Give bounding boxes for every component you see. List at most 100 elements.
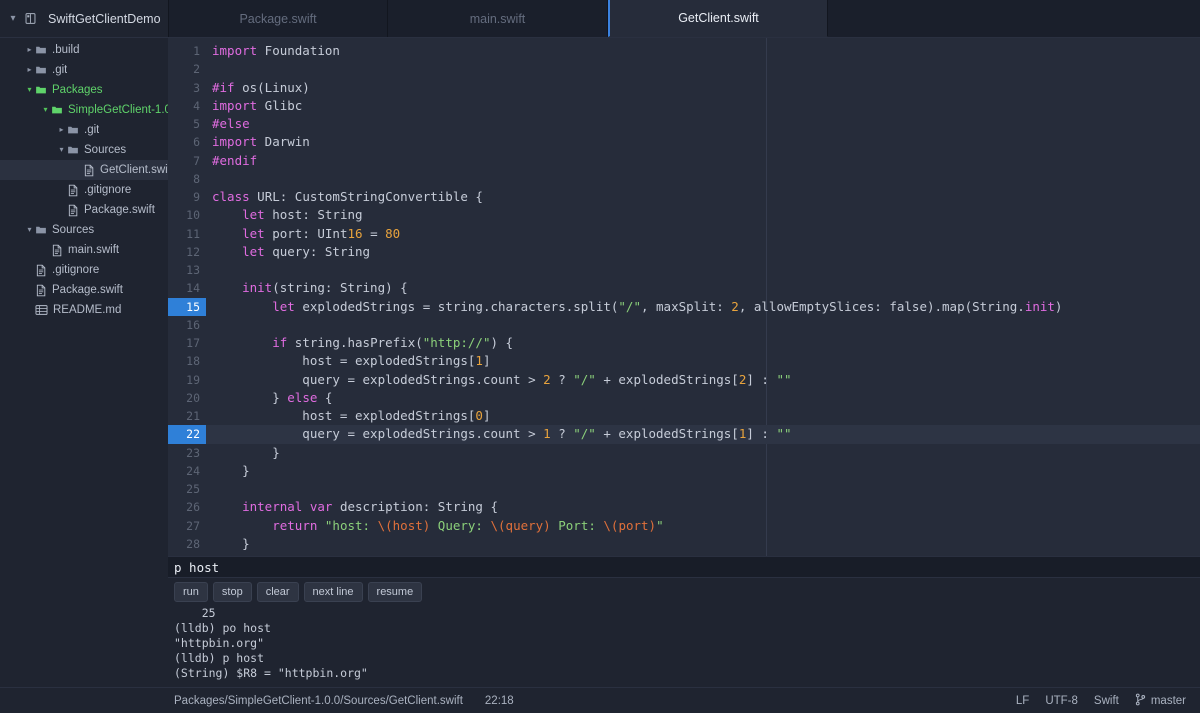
code-line[interactable]: #else xyxy=(206,115,1200,133)
tree-item-simplegetclient-1-0-0[interactable]: ▾SimpleGetClient-1.0.0 xyxy=(0,100,168,120)
tab-main-swift[interactable]: main.swift xyxy=(388,0,608,37)
line-number[interactable]: 26 xyxy=(168,498,206,516)
stop-button[interactable]: stop xyxy=(213,582,252,602)
line-number[interactable]: 7 xyxy=(168,152,206,170)
code-line[interactable]: let explodedStrings = string.characters.… xyxy=(206,298,1200,316)
tree-item-sources[interactable]: ▾Sources xyxy=(0,140,168,160)
chevron-down-icon[interactable]: ▾ xyxy=(24,226,35,234)
code-line[interactable]: } else { xyxy=(206,389,1200,407)
chevron-right-icon[interactable]: ▸ xyxy=(24,66,35,74)
status-branch[interactable]: master xyxy=(1135,693,1186,709)
status-cursor-position[interactable]: 22:18 xyxy=(485,695,514,707)
line-number[interactable]: 17 xyxy=(168,334,206,352)
tree-item-getclient-swift[interactable]: GetClient.swift xyxy=(0,160,168,180)
run-button[interactable]: run xyxy=(174,582,208,602)
tree-item-sources[interactable]: ▾Sources xyxy=(0,220,168,240)
line-number[interactable]: 8 xyxy=(168,170,206,188)
chevron-down-icon[interactable]: ▾ xyxy=(56,146,67,154)
line-number[interactable]: 27 xyxy=(168,517,206,535)
line-number[interactable]: 28 xyxy=(168,535,206,553)
line-number[interactable]: 9 xyxy=(168,188,206,206)
code-line[interactable]: #endif xyxy=(206,152,1200,170)
line-number[interactable]: 10 xyxy=(168,206,206,224)
line-number[interactable]: 29 xyxy=(168,553,206,556)
line-number[interactable]: 13 xyxy=(168,261,206,279)
code-line[interactable]: internal var description: String { xyxy=(206,498,1200,516)
line-number[interactable]: 5 xyxy=(168,115,206,133)
code-line[interactable]: host = explodedStrings[0] xyxy=(206,407,1200,425)
line-number[interactable]: 6 xyxy=(168,133,206,151)
line-number[interactable]: 4 xyxy=(168,97,206,115)
code-line[interactable]: } xyxy=(206,462,1200,480)
tab-package-swift[interactable]: Package.swift xyxy=(168,0,388,37)
code-line[interactable]: return "host: \(host) Query: \(query) Po… xyxy=(206,517,1200,535)
file-tree[interactable]: ▸.build▸.git▾Packages▾SimpleGetClient-1.… xyxy=(0,38,168,556)
code-line[interactable]: init(string: String) { xyxy=(206,279,1200,297)
chevron-down-icon[interactable]: ▾ xyxy=(40,106,51,114)
tree-item-build[interactable]: ▸.build xyxy=(0,40,168,60)
tree-item-package-swift[interactable]: Package.swift xyxy=(0,280,168,300)
line-number[interactable]: 11 xyxy=(168,225,206,243)
status-encoding[interactable]: UTF-8 xyxy=(1045,695,1078,707)
tree-item-main-swift[interactable]: main.swift xyxy=(0,240,168,260)
code-line[interactable]: let host: String xyxy=(206,206,1200,224)
code-line[interactable]: query = explodedStrings.count > 2 ? "/" … xyxy=(206,371,1200,389)
code-line[interactable]: let port: UInt16 = 80 xyxy=(206,225,1200,243)
code-line[interactable]: } xyxy=(206,444,1200,462)
code-content[interactable]: import Foundation #if os(Linux)import Gl… xyxy=(206,38,1200,556)
code-line[interactable]: } xyxy=(206,535,1200,553)
code-line[interactable]: class URL: CustomStringConvertible { xyxy=(206,188,1200,206)
tree-item-readme-md[interactable]: README.md xyxy=(0,300,168,320)
status-line-ending[interactable]: LF xyxy=(1016,695,1029,707)
code-line[interactable] xyxy=(206,316,1200,334)
tab-getclient-swift[interactable]: GetClient.swift xyxy=(608,0,828,37)
next-line-button[interactable]: next line xyxy=(304,582,363,602)
tree-item-gitignore[interactable]: .gitignore xyxy=(0,260,168,280)
code-line[interactable]: import Darwin xyxy=(206,133,1200,151)
chevron-down-icon[interactable]: ▾ xyxy=(8,14,18,24)
line-number[interactable]: 12 xyxy=(168,243,206,261)
code-editor[interactable]: 1234567891011121314151617181920212223242… xyxy=(168,38,1200,556)
code-line[interactable]: import Foundation xyxy=(206,42,1200,60)
line-number[interactable]: 14 xyxy=(168,279,206,297)
status-language[interactable]: Swift xyxy=(1094,695,1119,707)
line-number[interactable]: 16 xyxy=(168,316,206,334)
line-number[interactable]: 23 xyxy=(168,444,206,462)
code-line[interactable] xyxy=(206,480,1200,498)
code-line[interactable] xyxy=(206,261,1200,279)
tree-item-package-swift[interactable]: Package.swift xyxy=(0,200,168,220)
status-file-path: Packages/SimpleGetClient-1.0.0/Sources/G… xyxy=(174,695,463,707)
line-number[interactable]: 3 xyxy=(168,79,206,97)
chevron-right-icon[interactable]: ▸ xyxy=(24,46,35,54)
tree-item-git[interactable]: ▸.git xyxy=(0,120,168,140)
line-number[interactable]: 24 xyxy=(168,462,206,480)
code-line[interactable]: #if os(Linux) xyxy=(206,79,1200,97)
tree-item-gitignore[interactable]: .gitignore xyxy=(0,180,168,200)
clear-button[interactable]: clear xyxy=(257,582,299,602)
line-number[interactable]: 21 xyxy=(168,407,206,425)
code-line[interactable]: let query: String xyxy=(206,243,1200,261)
chevron-right-icon[interactable]: ▸ xyxy=(56,126,67,134)
line-number[interactable]: 20 xyxy=(168,389,206,407)
code-line[interactable]: query = explodedStrings.count > 1 ? "/" … xyxy=(206,425,1200,443)
chevron-down-icon[interactable]: ▾ xyxy=(24,86,35,94)
code-line[interactable]: import Glibc xyxy=(206,97,1200,115)
line-number[interactable]: 25 xyxy=(168,480,206,498)
project-header[interactable]: ▾ SwiftGetClientDemo xyxy=(0,0,168,38)
code-line[interactable] xyxy=(206,170,1200,188)
line-number[interactable]: 18 xyxy=(168,352,206,370)
line-number[interactable]: 19 xyxy=(168,371,206,389)
line-number[interactable]: 15 xyxy=(168,298,206,316)
line-number-gutter[interactable]: 1234567891011121314151617181920212223242… xyxy=(168,38,206,556)
line-number[interactable]: 22 xyxy=(168,425,206,443)
code-line[interactable] xyxy=(206,60,1200,78)
tree-item-packages[interactable]: ▾Packages xyxy=(0,80,168,100)
line-number[interactable]: 1 xyxy=(168,42,206,60)
lldb-command-input[interactable]: p host xyxy=(168,556,1200,578)
line-number[interactable]: 2 xyxy=(168,60,206,78)
resume-button[interactable]: resume xyxy=(368,582,423,602)
code-line[interactable]: if string.hasPrefix("http://") { xyxy=(206,334,1200,352)
code-line[interactable]: host = explodedStrings[1] xyxy=(206,352,1200,370)
code-line[interactable]: } xyxy=(206,553,1200,556)
tree-item-git[interactable]: ▸.git xyxy=(0,60,168,80)
